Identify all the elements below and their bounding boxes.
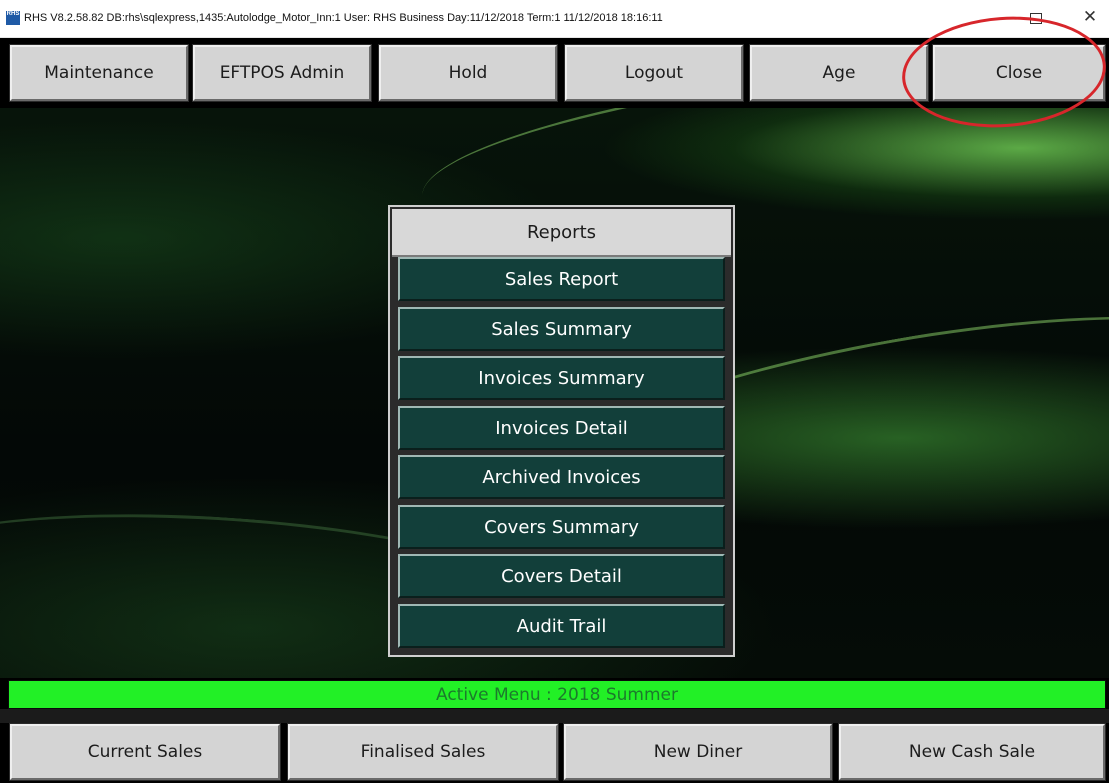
sales-report-button[interactable]: Sales Report <box>398 257 725 301</box>
close-button[interactable]: Close <box>932 44 1106 102</box>
status-divider <box>0 709 1109 723</box>
audit-trail-button[interactable]: Audit Trail <box>398 604 725 648</box>
invoices-summary-button[interactable]: Invoices Summary <box>398 356 725 400</box>
new-diner-button[interactable]: New Diner <box>563 723 833 781</box>
finalised-sales-button[interactable]: Finalised Sales <box>287 723 559 781</box>
current-sales-button[interactable]: Current Sales <box>9 723 281 781</box>
maintenance-button[interactable]: Maintenance <box>9 44 189 102</box>
covers-summary-button[interactable]: Covers Summary <box>398 505 725 549</box>
window-title-bar: RHS RHS V8.2.58.82 DB:rhs\sqlexpress,143… <box>0 0 1109 38</box>
window-title: RHS V8.2.58.82 DB:rhs\sqlexpress,1435:Au… <box>24 12 663 24</box>
close-window-icon[interactable]: ✕ <box>1080 6 1100 28</box>
age-button[interactable]: Age <box>749 44 929 102</box>
sales-summary-button[interactable]: Sales Summary <box>398 307 725 351</box>
maximize-icon[interactable] <box>1030 13 1042 24</box>
archived-invoices-button[interactable]: Archived Invoices <box>398 455 725 499</box>
reports-panel: Reports Sales Report Sales Summary Invoi… <box>388 205 735 657</box>
active-menu-status: Active Menu : 2018 Summer <box>8 680 1106 709</box>
invoices-detail-button[interactable]: Invoices Detail <box>398 406 725 450</box>
reports-title: Reports <box>392 209 731 257</box>
hold-button[interactable]: Hold <box>378 44 558 102</box>
eftpos-admin-button[interactable]: EFTPOS Admin <box>192 44 372 102</box>
app-icon: RHS <box>6 11 20 25</box>
new-cash-sale-button[interactable]: New Cash Sale <box>838 723 1106 781</box>
covers-detail-button[interactable]: Covers Detail <box>398 554 725 598</box>
logout-button[interactable]: Logout <box>564 44 744 102</box>
